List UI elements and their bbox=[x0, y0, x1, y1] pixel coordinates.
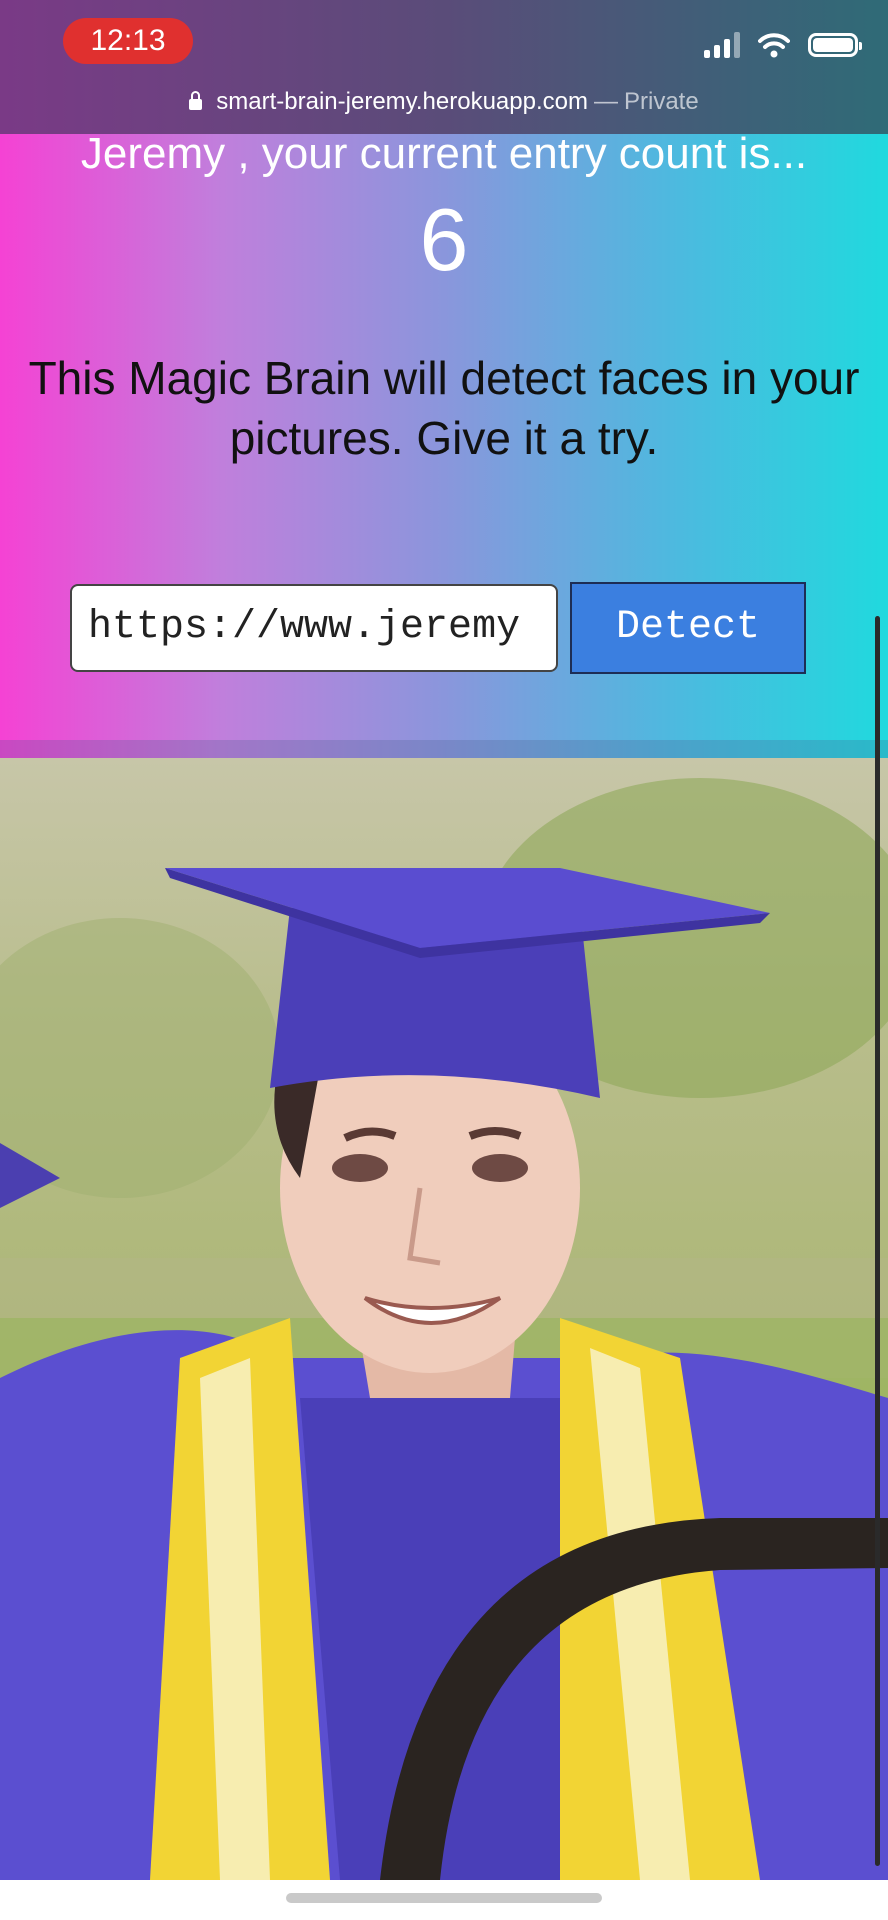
scrollbar[interactable] bbox=[875, 616, 880, 1866]
home-indicator[interactable] bbox=[286, 1893, 602, 1903]
private-label: Private bbox=[623, 88, 699, 115]
signal-icon bbox=[704, 32, 740, 58]
entry-count-message: Jeremy , your current entry count is... bbox=[80, 129, 808, 178]
detect-button[interactable]: Detect bbox=[570, 582, 806, 674]
image-url-input[interactable]: https://www.jeremy bbox=[70, 584, 558, 672]
face-image bbox=[0, 758, 888, 1880]
image-link-form: https://www.jeremy Detect bbox=[70, 582, 806, 674]
intro-text: This Magic Brain will detect faces in yo… bbox=[28, 352, 860, 464]
status-time[interactable]: 12:13 bbox=[63, 18, 193, 64]
status-icons bbox=[704, 28, 862, 62]
divider bbox=[0, 740, 888, 758]
browser-chrome: 12:13 smart-brain-jeremy.herokuapp.com —… bbox=[0, 0, 888, 134]
entry-count-value: 6 bbox=[419, 190, 469, 289]
graduate-photo bbox=[0, 778, 888, 1880]
lock-icon bbox=[189, 90, 203, 110]
wifi-icon bbox=[758, 33, 790, 58]
url-separator: — bbox=[593, 88, 618, 115]
address-bar[interactable]: smart-brain-jeremy.herokuapp.com — Priva… bbox=[0, 82, 888, 122]
page: 12:13 smart-brain-jeremy.herokuapp.com —… bbox=[0, 0, 888, 1920]
battery-icon bbox=[808, 33, 862, 57]
url-text: smart-brain-jeremy.herokuapp.com bbox=[216, 88, 588, 115]
